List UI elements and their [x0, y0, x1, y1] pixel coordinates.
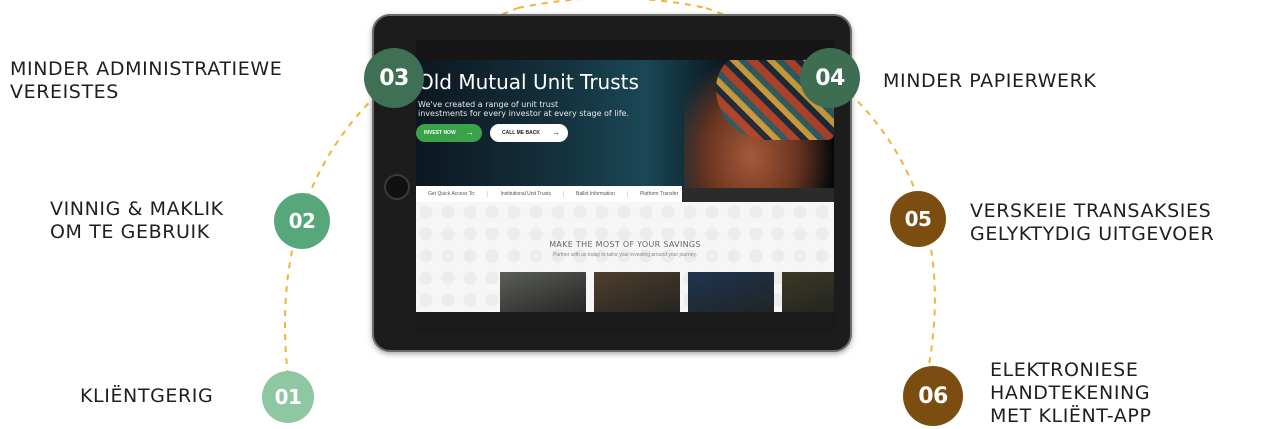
step-badge-02: 02 — [274, 193, 330, 249]
call-me-back-button[interactable]: CALL ME BACK → — [490, 124, 568, 142]
arrow-right-icon: → — [466, 128, 474, 137]
step-badge-03: 03 — [364, 48, 424, 108]
quick-link-institutional[interactable]: Institutional Unit Trusts — [488, 191, 565, 197]
quick-access-label: Get Quick Access To: — [416, 191, 489, 197]
step-label-05: VERSKEIE TRANSAKSIES GELYKTYDIG UITGEVOE… — [970, 200, 1215, 245]
step-badge-01: 01 — [262, 371, 314, 423]
step-label-03: MINDER ADMINISTRATIEWE VEREISTES — [10, 58, 283, 103]
arc-path-top — [517, 0, 707, 9]
quick-link-platform-transfer[interactable]: Platform Transfer — [628, 191, 690, 197]
website-hero: Old Mutual Unit Trusts We've created a r… — [416, 60, 834, 188]
step-badge-05: 05 — [890, 191, 946, 247]
tablet-home-button — [384, 174, 410, 200]
step-label-04: MINDER PAPIERWERK — [883, 70, 1097, 92]
quick-access-bar: Get Quick Access To: Institutional Unit … — [416, 186, 682, 202]
savings-subtitle: Partner with us today to tailor your inv… — [553, 252, 697, 258]
tablet-screen: Old Mutual Unit Trusts We've created a r… — [416, 40, 834, 334]
quick-link-ballot[interactable]: Ballot Information — [564, 191, 628, 197]
hero-title: Old Mutual Unit Trusts — [418, 70, 639, 94]
arrow-right-icon: → — [552, 128, 560, 137]
website-top-bar — [416, 40, 834, 60]
step-badge-06: 06 — [903, 366, 963, 426]
step-badge-04: 04 — [800, 48, 860, 108]
savings-title: MAKE THE MOST OF YOUR SAVINGS — [549, 240, 701, 249]
step-label-01: KLIËNTGERIG — [80, 385, 214, 407]
step-label-02: VINNIG & MAKLIK OM TE GEBRUIK — [50, 198, 224, 243]
savings-section: MAKE THE MOST OF YOUR SAVINGS Partner wi… — [416, 202, 834, 318]
hero-subtitle: We've created a range of unit trust inve… — [418, 100, 630, 118]
invest-now-button[interactable]: INVEST NOW → — [416, 124, 482, 142]
step-label-06: ELEKTRONIESE HANDTEKENING MET KLIËNT-APP — [990, 359, 1152, 427]
website-bottom-bar — [416, 312, 834, 334]
tablet-device: Old Mutual Unit Trusts We've created a r… — [372, 14, 852, 352]
